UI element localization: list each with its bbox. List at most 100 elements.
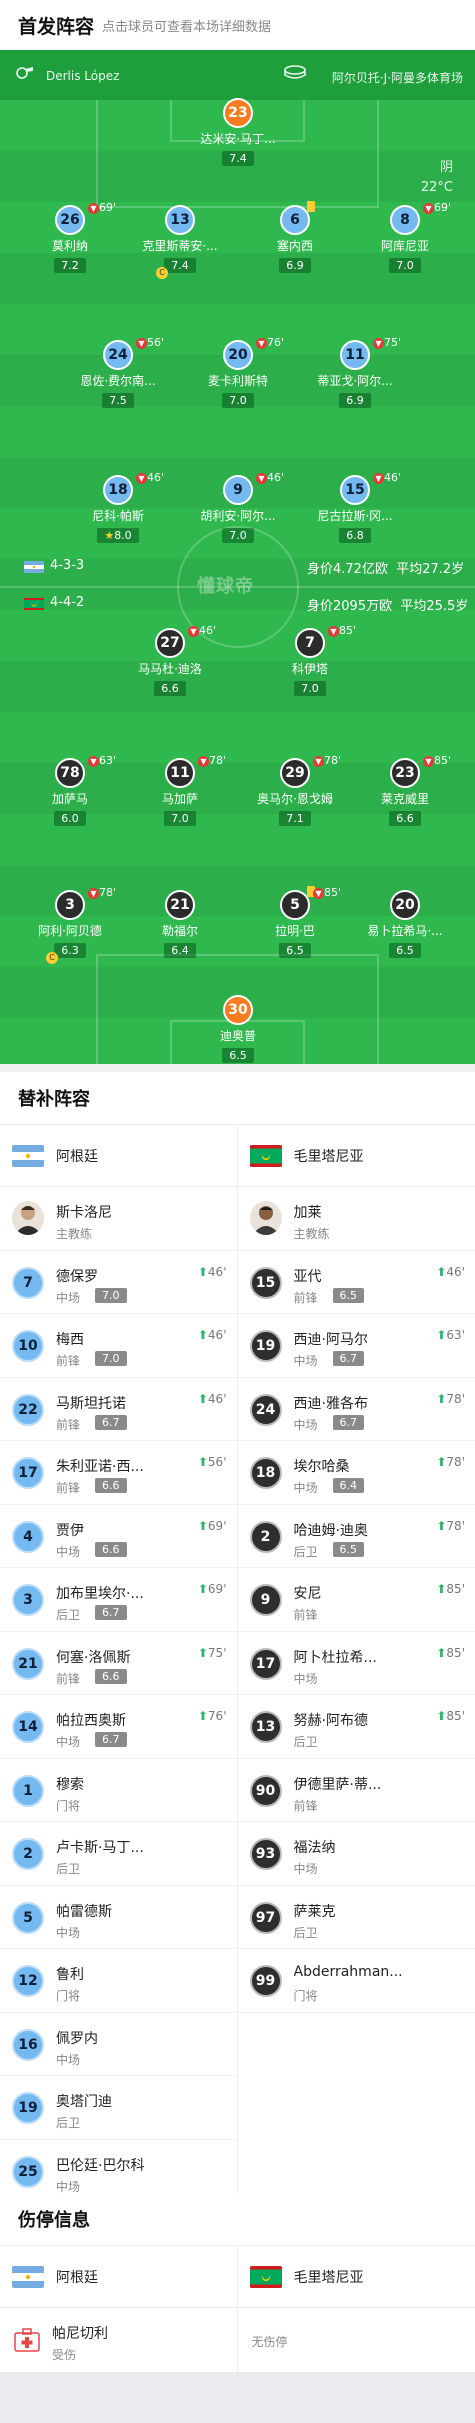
bench-player[interactable]: 4 贾伊 中场 6.6 ⬆69'	[0, 1505, 237, 1568]
bench-player[interactable]: 22 马斯坦托诺 前锋 6.7 ⬆46'	[0, 1378, 237, 1441]
pitch-player[interactable]: 29 ▼ 78' 奥马尔·恩戈姆 7.1	[245, 754, 345, 826]
pitch: Derlis López 阿尔贝托·J·阿曼多体育场 阴 22°C 懂球帝 4-…	[0, 50, 475, 1064]
player-number: 17	[249, 1647, 282, 1680]
player-number: 93	[249, 1838, 282, 1870]
player-number: 19	[12, 2092, 44, 2124]
pitch-player[interactable]: 15 ▼ 46' 尼古拉斯·冈... 6.8	[305, 471, 405, 543]
bench-player[interactable]: 18 埃尔哈桑 中场 6.4 ⬆78'	[237, 1441, 475, 1505]
pitch-player[interactable]: 24 ▼ 56' 恩佐·费尔南... 7.5	[68, 336, 168, 408]
medical-kit-icon	[14, 2328, 40, 2352]
bench-player[interactable]: 13 努赫·阿布德 后卫 ⬆85'	[237, 1695, 475, 1759]
coach-role: 主教练	[56, 1227, 93, 1241]
bench-player[interactable]: 14 帕拉西奥斯 中场 6.7 ⬆76'	[0, 1695, 237, 1759]
sub-on-minute: ⬆85'	[436, 1645, 465, 1660]
player-number: 1	[12, 1774, 44, 1807]
bench-player[interactable]: 12 鲁利 门将	[0, 1949, 237, 2013]
player-number: 99	[249, 1965, 282, 1997]
sub-on-minute: ⬆75'	[197, 1645, 227, 1660]
player-number: 11	[340, 340, 370, 370]
player-name: 马加萨	[161, 792, 198, 806]
match-info-bar: Derlis López 阿尔贝托·J·阿曼多体育场	[0, 50, 475, 100]
sub-off-event: ▼ 75'	[373, 336, 401, 349]
pitch-player[interactable]: 8 ▼ 69' 阿库尼亚 7.0	[355, 201, 455, 273]
pitch-player[interactable]: 9 ▼ 46' 胡利安·阿尔... 7.0	[188, 471, 288, 543]
bench-player[interactable]: 99 Abderrahman... 门将	[237, 1949, 475, 2013]
bench-player[interactable]: 93 福法纳 中场	[237, 1822, 475, 1886]
bench-player[interactable]: 5 帕雷德斯 中场	[0, 1886, 237, 1949]
player-number: 2	[12, 1838, 44, 1870]
pitch-player[interactable]: 18 ▼ 46' 尼科·帕斯 ★8.0	[68, 471, 168, 543]
pitch-player[interactable]: 11 ▼ 78' 马加萨 7.0	[130, 754, 230, 826]
pitch-player[interactable]: 78 ▼ 63' 加萨马 6.0	[20, 754, 120, 826]
sub-on-icon: ⬆	[197, 1455, 208, 1469]
home-team-name: 阿根廷	[56, 2269, 98, 2286]
pitch-player[interactable]: 30 迪奥普 6.5	[188, 995, 288, 1063]
bench-player[interactable]: 17 朱利亚诺·西... 前锋 6.6 ⬆56'	[0, 1441, 237, 1505]
player-name: 巴伦廷·巴尔科	[56, 2157, 145, 2174]
sub-off-event: ▼ 69'	[88, 201, 116, 214]
player-number: 97	[249, 1901, 282, 1934]
bench-player[interactable]: 2 哈迪姆·迪奥 后卫 6.5 ⬆78'	[237, 1505, 475, 1568]
pitch-player[interactable]: 11 ▼ 75' 蒂亚戈·阿尔... 6.9	[305, 336, 405, 408]
pitch-player[interactable]: 6 塞内西 6.9	[245, 201, 345, 273]
bench-player[interactable]: 90 伊德里萨·蒂... 前锋	[237, 1759, 475, 1822]
bench-player[interactable]: 19 奥塔门迪 后卫	[0, 2076, 237, 2140]
player-name: 胡利安·阿尔...	[200, 509, 276, 523]
player-name: 马斯坦托诺	[56, 1395, 126, 1412]
pitch-player[interactable]: 13 C 克里斯蒂安·... 7.4	[130, 205, 230, 279]
sub-on-minute: ⬆46'	[197, 1264, 227, 1279]
bench-player[interactable]: 97 萨莱克 后卫	[237, 1886, 475, 1949]
bench-player[interactable]: 3 加布里埃尔·... 后卫 6.7 ⬆69'	[0, 1568, 237, 1632]
bench-player[interactable]: 7 德保罗 中场 7.0 ⬆46'	[0, 1251, 237, 1314]
pitch-player[interactable]: 26 ▼ 69' 莫利纳 7.2	[20, 201, 120, 273]
player-position: 后卫	[56, 2116, 81, 2130]
home-coach[interactable]: 斯卡洛尼 主教练	[0, 1187, 237, 1251]
sub-off-event: ▼ 76'	[256, 336, 284, 349]
away-team-summary: 4-4-2 身价2095万欧 平均25.5岁	[0, 592, 475, 614]
away-coach[interactable]: 加莱 主教练	[237, 1187, 475, 1251]
pitch-player[interactable]: 27 ▼ 46' 马马杜·迪洛 6.6	[120, 624, 220, 696]
player-position: 后卫	[293, 1544, 318, 1559]
player-name: 易卜拉希马·...	[367, 924, 443, 938]
player-rating: 6.8	[339, 528, 371, 543]
player-number: 16	[12, 2028, 44, 2061]
coach-name: 斯卡洛尼	[56, 1205, 112, 1221]
pitch-player[interactable]: 20 ▼ 76' 麦卡利斯特 7.0	[188, 336, 288, 408]
pitch-player[interactable]: 20 易卜拉希马·... 6.5	[355, 890, 455, 958]
bench-player[interactable]: 9 安尼 前锋 ⬆85'	[237, 1568, 475, 1632]
pitch-player[interactable]: 23 达米安·马丁... 7.4	[188, 98, 288, 166]
player-number: 20	[390, 890, 420, 920]
sub-off-event: ▼ 85'	[313, 886, 341, 899]
player-name: 恩佐·费尔南...	[80, 374, 156, 388]
pitch-player[interactable]: 3 C ▼ 78' 阿利·阿贝德 6.3	[20, 886, 120, 964]
player-name: 穆索	[56, 1776, 84, 1793]
sub-off-icon: ▼	[256, 337, 267, 349]
player-name: 蒂亚戈·阿尔...	[317, 374, 393, 388]
argentina-flag-icon	[12, 1144, 44, 1167]
bench-player[interactable]: 1 穆索 门将	[0, 1759, 237, 1822]
bench-player[interactable]: 16 佩罗内 中场	[0, 2013, 237, 2076]
player-position: 后卫	[293, 1735, 318, 1749]
bench-player[interactable]: 17 阿卜杜拉希... 中场 ⬆85'	[237, 1632, 475, 1695]
away-formation: 4-4-2	[50, 595, 85, 610]
bench-player[interactable]: 24 西迪·雅各布 中场 6.7 ⬆78'	[237, 1378, 475, 1441]
pitch-player[interactable]: 23 ▼ 85' 莱克威里 6.6	[355, 754, 455, 826]
bench-player[interactable]: 19 西迪·阿马尔 中场 6.7 ⬆63'	[237, 1314, 475, 1378]
player-position: 前锋	[56, 1671, 81, 1686]
sub-on-icon: ⬆	[436, 1455, 447, 1469]
bench-player[interactable]: 10 梅西 前锋 7.0 ⬆46'	[0, 1314, 237, 1378]
player-name: 科伊塔	[291, 662, 328, 676]
player-name: 帕雷德斯	[56, 1903, 112, 1920]
player-position: 中场	[293, 1671, 318, 1686]
injured-player[interactable]: 帕尼切利 受伤	[0, 2308, 237, 2374]
pitch-player[interactable]: 21 勒福尔 6.4	[130, 890, 230, 958]
pitch-player[interactable]: 5 ▼ 85' 拉明·巴 6.5	[245, 886, 345, 958]
player-rating: 7.1	[279, 811, 311, 826]
player-position: 中场	[56, 2179, 81, 2194]
player-rating: 6.7	[95, 1732, 127, 1747]
bench-player[interactable]: 15 亚代 前锋 6.5 ⬆46'	[237, 1251, 475, 1314]
bench-player[interactable]: 2 卢卡斯·马丁... 后卫	[0, 1822, 237, 1886]
pitch-player[interactable]: 7 ▼ 85' 科伊塔 7.0	[260, 624, 360, 696]
bench-player[interactable]: 21 何塞·洛佩斯 前锋 6.6 ⬆75'	[0, 1632, 237, 1695]
injured-player-name: 帕尼切利	[52, 2326, 108, 2342]
